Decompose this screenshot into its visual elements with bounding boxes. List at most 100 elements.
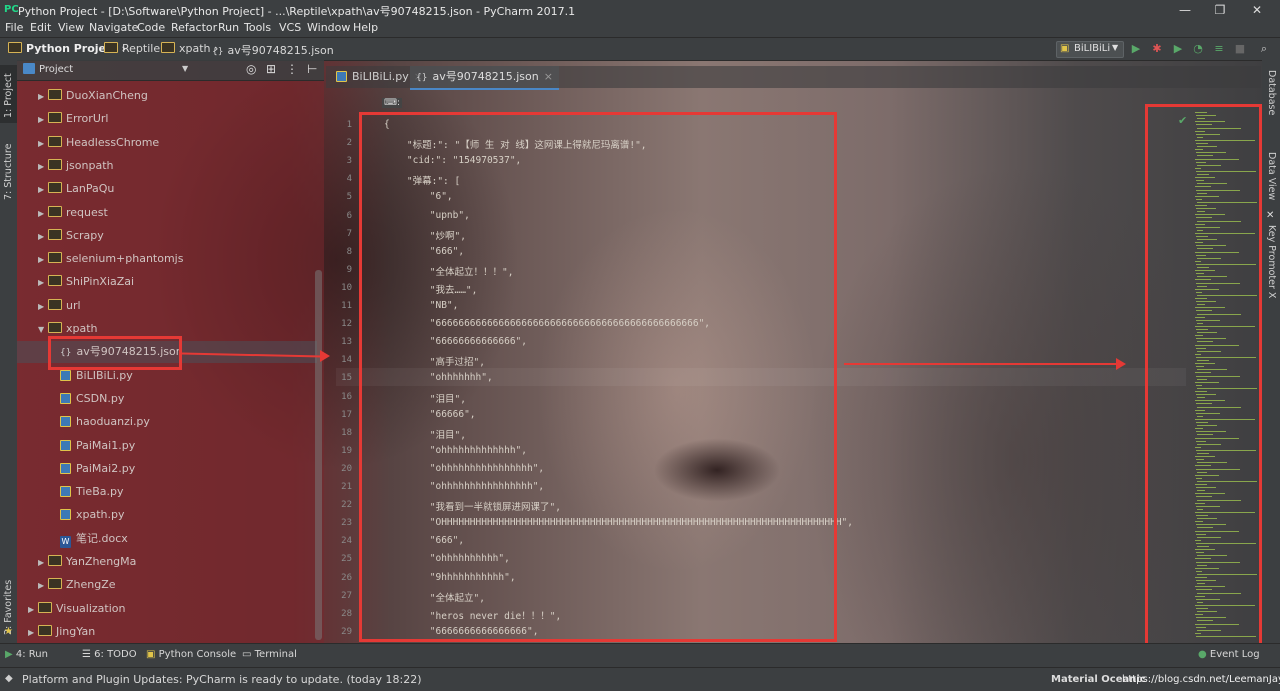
tree-item[interactable]: ▶ jsonpath [38, 157, 114, 175]
project-view-select[interactable]: Project [39, 64, 73, 75]
folder-icon [48, 135, 62, 147]
tree-item[interactable]: ▶ DuoXianCheng [38, 87, 148, 105]
menu-tools[interactable]: Tools [244, 21, 271, 34]
chevron-right-icon[interactable]: ▶ [38, 298, 48, 316]
todo-tool-button[interactable]: ☰ 6: TODO [82, 649, 137, 660]
tree-item[interactable]: W 笔记.docx [60, 530, 128, 548]
run-configuration-select[interactable]: ▣ BiLIBiLi ▼ [1056, 41, 1124, 58]
update-icon[interactable]: ◆ [5, 673, 13, 684]
project-scrollbar[interactable] [315, 270, 322, 640]
tree-item[interactable]: xpath.py [60, 506, 125, 524]
event-log-button[interactable]: ● Event Log [1198, 649, 1260, 660]
project-panel-header: Project ▼ ◎ ⊞ ⋮ ⊢ [17, 60, 324, 81]
hide-icon[interactable]: ⊢ [307, 62, 317, 76]
menu-run[interactable]: Run [218, 21, 239, 34]
dataview-tool-label[interactable]: Data View [1266, 152, 1277, 200]
tree-item[interactable]: ▶ url [38, 297, 81, 315]
locate-icon[interactable]: ◎ [246, 62, 256, 76]
tree-item[interactable]: ▶ ShiPinXiaZai [38, 273, 134, 291]
menu-view[interactable]: View [58, 21, 84, 34]
tree-item[interactable]: haoduanzi.py [60, 413, 150, 431]
tree-item[interactable]: ▶ selenium+phantomjs [38, 250, 183, 268]
chevron-right-icon[interactable]: ▶ [38, 577, 48, 595]
stop-icon[interactable]: ■ [1232, 41, 1248, 57]
chevron-right-icon[interactable]: ▶ [28, 624, 38, 642]
breadcrumb-xpath[interactable]: xpath › [161, 42, 218, 55]
tree-item-label: haoduanzi.py [76, 415, 150, 429]
menu-window[interactable]: Window [307, 21, 350, 34]
chevron-right-icon[interactable]: ▶ [38, 135, 48, 153]
chevron-right-icon[interactable]: ▶ [38, 205, 48, 223]
collapse-all-icon[interactable]: ⊞ [266, 62, 276, 76]
menu-edit[interactable]: Edit [30, 21, 51, 34]
concurrency-icon[interactable]: ≡ [1211, 41, 1227, 57]
line-number: 29 [341, 626, 352, 637]
debug-icon[interactable]: ✱ [1149, 41, 1165, 57]
tree-item[interactable]: ▶ request [38, 204, 108, 222]
tree-item[interactable]: ▶ ZhengZe [38, 576, 116, 594]
line-number: 27 [341, 590, 352, 601]
tree-item[interactable]: ▶ HeadlessChrome [38, 134, 159, 152]
tree-item[interactable]: TieBa.py [60, 483, 123, 501]
restore-button[interactable]: ❐ [1203, 0, 1237, 20]
close-button[interactable]: ✕ [1240, 0, 1274, 20]
tab-label: BiLIBiLi.py [352, 70, 409, 83]
tree-item[interactable]: ▶ YanZhengMa [38, 553, 136, 571]
chevron-right-icon[interactable]: ▶ [38, 158, 48, 176]
tree-item[interactable]: ▶ ErrorUrl [38, 110, 108, 128]
structure-tool-label[interactable]: 7: Structure [3, 144, 14, 200]
settings-icon[interactable]: ⋮ [286, 62, 298, 76]
minimize-button[interactable]: — [1168, 0, 1202, 20]
profile-icon[interactable]: ◔ [1190, 41, 1206, 57]
menu-refactor[interactable]: Refactor [171, 21, 217, 34]
tree-item[interactable]: CSDN.py [60, 390, 124, 408]
chevron-right-icon[interactable]: ▶ [38, 181, 48, 199]
run-tool-button[interactable]: ▶ 4: Run [5, 649, 48, 660]
line-number: 15 [341, 373, 352, 384]
run-icon[interactable]: ▶ [1128, 41, 1144, 57]
status-message[interactable]: Platform and Plugin Updates: PyCharm is … [22, 673, 422, 686]
tree-item[interactable]: ▶ LanPaQu [38, 180, 114, 198]
terminal-button[interactable]: ▭ Terminal [242, 649, 297, 660]
chevron-right-icon[interactable]: ▶ [38, 554, 48, 572]
chevron-right-icon[interactable]: ▶ [38, 228, 48, 246]
tab-label: av号90748215.json [432, 70, 539, 83]
chevron-down-icon[interactable]: ▼ [182, 64, 188, 73]
chevron-down-icon: ▼ [1112, 43, 1119, 52]
chevron-right-icon[interactable]: ▶ [28, 601, 38, 619]
close-tab-icon[interactable]: × [544, 70, 553, 83]
menu-help[interactable]: Help [353, 21, 378, 34]
line-number: 20 [341, 463, 352, 474]
run-coverage-icon[interactable]: ▶ [1170, 41, 1186, 57]
python-file-icon [60, 369, 71, 381]
chevron-right-icon[interactable]: ▶ [38, 251, 48, 269]
close-icon[interactable]: ✕ [1266, 210, 1274, 221]
breadcrumb-reptile[interactable]: Reptile › [104, 42, 168, 55]
database-tool-label[interactable]: Database [1266, 70, 1277, 115]
folder-icon [48, 158, 62, 170]
python-icon: ▣ [146, 649, 156, 660]
annotation-box-editor [359, 112, 837, 642]
tree-item-label: ZhengZe [66, 578, 116, 592]
tree-item[interactable]: ▶ JingYan [28, 623, 95, 641]
breadcrumb-file[interactable]: {} av号90748215.json [212, 42, 334, 58]
chevron-right-icon[interactable]: ▶ [38, 88, 48, 106]
python-console-button[interactable]: ▣ Python Console [146, 649, 236, 660]
tree-item[interactable]: ▶ Scrapy [38, 227, 104, 245]
project-tool-label[interactable]: 1: Project [3, 73, 14, 118]
chevron-down-icon[interactable]: ▼ [38, 321, 48, 339]
python-file-icon [60, 509, 71, 521]
chevron-right-icon[interactable]: ▶ [38, 111, 48, 129]
folder-icon [48, 89, 62, 100]
chevron-right-icon[interactable]: ▶ [38, 274, 48, 292]
menu-navigate[interactable]: Navigate [89, 21, 138, 34]
search-icon[interactable]: ⌕ [1256, 41, 1272, 57]
menu-file[interactable]: File [5, 21, 23, 34]
tree-item[interactable]: PaiMai2.py [60, 460, 135, 478]
keypromoter-tool-label[interactable]: Key Promoter X [1266, 225, 1277, 298]
tree-item[interactable]: PaiMai1.py [60, 437, 135, 455]
menu-code[interactable]: Code [137, 21, 165, 34]
tree-item[interactable]: ▶ Visualization [28, 600, 125, 618]
tab-json[interactable]: {} av号90748215.json × [410, 66, 559, 90]
menu-vcs[interactable]: VCS [279, 21, 301, 34]
